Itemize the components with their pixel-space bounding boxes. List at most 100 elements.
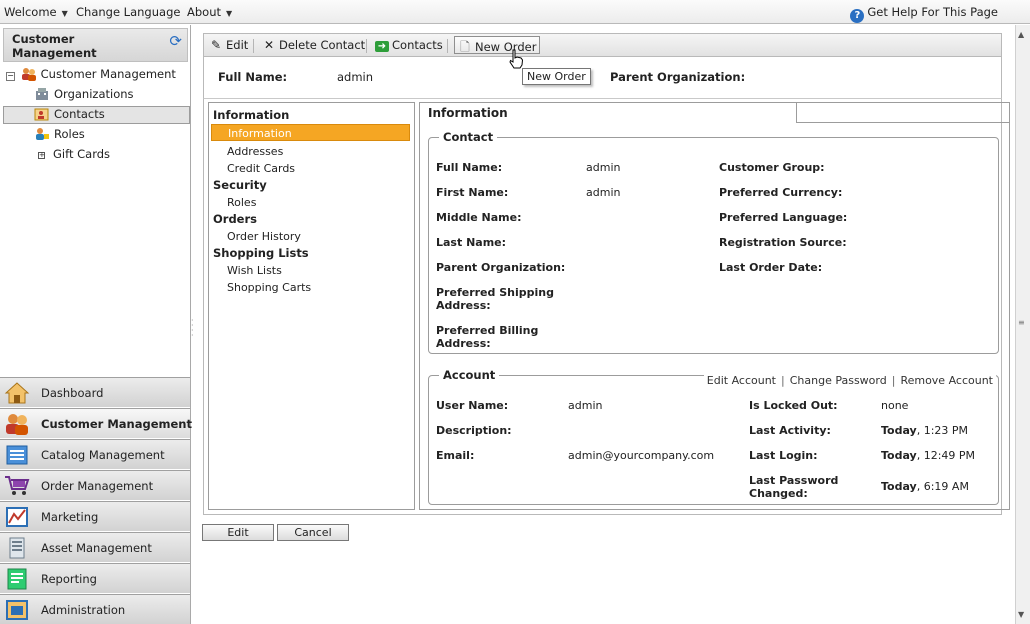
tree-item-label: Contacts	[54, 107, 105, 121]
scroll-grip-icon[interactable]: ≡	[1018, 319, 1025, 327]
tree-item-customer-management[interactable]: − Customer Management	[6, 67, 176, 85]
module-dashboard[interactable]: Dashboard	[0, 377, 190, 407]
contact-legend: Contact	[443, 130, 494, 144]
tab-information[interactable]: Information	[420, 103, 797, 123]
customers-icon	[21, 68, 36, 81]
customer-group-label: Customer Group:	[719, 161, 825, 174]
account-legend: Account	[443, 368, 496, 382]
change-password-link[interactable]: Change Password	[790, 374, 887, 387]
nav-item-addresses[interactable]: Addresses	[227, 145, 283, 158]
nav-item-order-history[interactable]: Order History	[227, 230, 301, 243]
caret-down-icon: ▼	[226, 9, 233, 18]
main-content: ✎ Edit ✕ Delete Contact ➜ Contacts 🗋 New Ord…	[197, 25, 1015, 624]
change-language-link[interactable]: Change Language	[76, 5, 180, 19]
edit-account-link[interactable]: Edit Account	[707, 374, 776, 387]
about-menu[interactable]: About ▼	[187, 5, 232, 19]
tree-item-roles[interactable]: Roles	[34, 127, 85, 145]
welcome-menu[interactable]: Welcome ▼	[4, 5, 68, 19]
last-login-time: , 12:49 PM	[916, 449, 976, 462]
edit-button-label: Edit	[226, 38, 249, 52]
preferred-billing-label: Preferred Billing Address:	[436, 324, 538, 350]
tree-item-contacts[interactable]: Contacts	[3, 106, 190, 124]
contact-header: Full Name: admin Parent Organization:	[203, 57, 1002, 99]
locked-out-label: Is Locked Out:	[749, 399, 838, 412]
module-label: Reporting	[41, 572, 97, 586]
asset-icon	[9, 537, 25, 559]
account-fieldset: Account Edit Account | Change Password | Rem…	[428, 368, 999, 505]
catalog-icon	[6, 445, 28, 465]
contacts-icon	[34, 108, 49, 121]
help-icon: ?	[850, 9, 865, 23]
administration-icon	[6, 600, 28, 620]
module-asset-management[interactable]: Asset Management	[0, 532, 190, 562]
nav-item-roles[interactable]: Roles	[227, 196, 256, 209]
parent-organization-label: Parent Organization:	[436, 261, 566, 274]
refresh-icon[interactable]: ⟳	[169, 32, 182, 50]
module-administration[interactable]: Administration	[0, 594, 190, 624]
toolbar: ✎ Edit ✕ Delete Contact ➜ Contacts 🗋 New Ord…	[203, 33, 1002, 57]
module-label: Marketing	[41, 510, 99, 524]
first-name-label: First Name:	[436, 186, 509, 199]
module-order-management[interactable]: Order Management	[0, 470, 190, 500]
contacts-button[interactable]: ➜ Contacts	[372, 37, 446, 55]
footer-edit-button[interactable]: Edit	[202, 524, 274, 541]
get-help-label: Get Help For This Page	[867, 5, 998, 19]
module-label: Dashboard	[41, 386, 104, 400]
expand-icon[interactable]: +	[38, 152, 45, 159]
top-menu-bar: Welcome ▼ Change Language About ▼ ? Get Hel…	[0, 0, 1030, 24]
contacts-button-label: Contacts	[392, 38, 443, 52]
last-password-day: Today	[881, 480, 917, 493]
user-name-label: User Name:	[436, 399, 509, 412]
nav-group-security: Security	[213, 178, 267, 192]
module-catalog-management[interactable]: Catalog Management	[0, 439, 190, 469]
nav-item-shopping-carts[interactable]: Shopping Carts	[227, 281, 311, 294]
edit-button[interactable]: ✎ Edit	[206, 37, 251, 55]
module-customer-management[interactable]: Customer Management	[0, 408, 192, 438]
tree-item-label: Organizations	[54, 87, 134, 101]
sidebar-splitter[interactable]: · · · ·	[191, 317, 195, 340]
contact-full-name-label: Full Name:	[436, 161, 503, 174]
tree-item-organizations[interactable]: Organizations	[34, 87, 134, 105]
collapse-icon[interactable]: −	[6, 72, 15, 81]
contact-fieldset: Contact Full Name: admin First Name: adm…	[428, 130, 999, 354]
new-order-label: New Order	[475, 40, 537, 54]
tree-item-gift-cards[interactable]: + Gift Cards	[38, 147, 110, 165]
last-order-date-label: Last Order Date:	[719, 261, 823, 274]
marketing-icon	[6, 507, 28, 527]
information-panel: Information Contact Full Name: admin Fir…	[419, 102, 1010, 510]
edit-icon: ✎	[210, 38, 222, 52]
last-password-label-line1: Last Password	[749, 474, 839, 487]
roles-icon	[36, 128, 49, 140]
last-name-label: Last Name:	[436, 236, 507, 249]
dashboard-icon	[4, 382, 30, 404]
nav-item-information[interactable]: Information	[211, 124, 410, 141]
vertical-scrollbar[interactable]: ▲ ≡ ▼	[1015, 25, 1030, 624]
hand-cursor-icon	[509, 49, 524, 69]
footer-cancel-button[interactable]: Cancel	[277, 524, 349, 541]
locked-out-value: none	[881, 399, 909, 412]
module-label: Catalog Management	[41, 448, 165, 462]
first-name-value: admin	[586, 186, 621, 199]
header-full-name-value: admin	[337, 70, 374, 84]
module-label: Customer Management	[41, 417, 192, 431]
customer-management-icon	[6, 414, 28, 435]
scroll-down-icon[interactable]: ▼	[1018, 610, 1024, 619]
delete-icon: ✕	[263, 38, 275, 52]
module-marketing[interactable]: Marketing	[0, 501, 190, 531]
delete-contact-button[interactable]: ✕ Delete Contact	[259, 37, 368, 55]
module-reporting[interactable]: Reporting	[0, 563, 190, 593]
delete-contact-label: Delete Contact	[279, 38, 366, 52]
last-password-label-line2: Changed:	[749, 487, 808, 500]
remove-account-link[interactable]: Remove Account	[900, 374, 993, 387]
new-order-button[interactable]: 🗋 New Order	[454, 36, 541, 54]
nav-item-wish-lists[interactable]: Wish Lists	[227, 264, 282, 277]
preferred-shipping-label-line1: Preferred Shipping	[436, 286, 554, 299]
scroll-up-icon[interactable]: ▲	[1018, 30, 1024, 39]
contact-full-name-value: admin	[586, 161, 621, 174]
get-help-link[interactable]: ? Get Help For This Page	[850, 5, 998, 23]
sidebar: Customer Management ⟳ − Customer Managem…	[0, 25, 192, 624]
last-login-day: Today	[881, 449, 917, 462]
sidebar-header: Customer Management ⟳	[3, 28, 188, 62]
nav-item-credit-cards[interactable]: Credit Cards	[227, 162, 295, 175]
last-activity-label: Last Activity:	[749, 424, 831, 437]
